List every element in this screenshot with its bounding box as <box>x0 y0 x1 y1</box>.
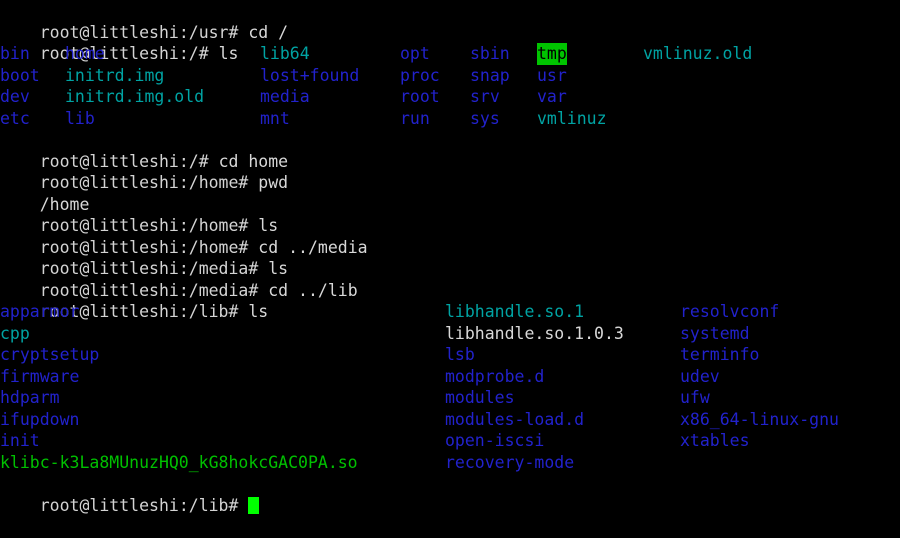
ls-output-row: dev initrd.img.old media root srv var <box>0 86 900 108</box>
ls-entry[interactable]: vmlinuz <box>537 108 607 130</box>
ls-entry[interactable]: proc <box>400 65 440 87</box>
ls-entry[interactable]: hdparm <box>0 387 60 409</box>
ls-entry[interactable]: lsb <box>445 344 475 366</box>
ls-entry[interactable]: snap <box>470 65 510 87</box>
ls-entry[interactable]: vmlinuz.old <box>643 43 752 65</box>
terminal-line: root@littleshi:/# cd home <box>0 129 900 171</box>
ls-entry[interactable]: modprobe.d <box>445 366 544 388</box>
ls-entry[interactable]: systemd <box>680 323 750 345</box>
ls-output-row: cpp libhandle.so.1.0.3 systemd <box>0 323 900 345</box>
ls-entry[interactable]: cpp <box>0 323 30 345</box>
ls-entry[interactable]: media <box>260 86 310 108</box>
ls-entry[interactable]: open-iscsi <box>445 430 544 452</box>
ls-entry[interactable]: modules <box>445 387 515 409</box>
ls-entry[interactable]: boot <box>0 65 40 87</box>
ls-entry[interactable]: ifupdown <box>0 409 79 431</box>
ls-entry[interactable]: lost+found <box>260 65 359 87</box>
ls-entry[interactable]: resolvconf <box>680 301 779 323</box>
ls-entry[interactable]: init <box>0 430 40 452</box>
ls-entry[interactable]: sbin <box>470 43 510 65</box>
ls-output-row: boot initrd.img lost+found proc snap usr <box>0 65 900 87</box>
ls-output-row: klibc-k3La8MUnuzHQ0_kG8hokcGAC0PA.so rec… <box>0 452 900 474</box>
terminal-screen[interactable]: root@littleshi:/usr# cd / root@littleshi… <box>0 0 900 515</box>
ls-output-row: firmware modprobe.d udev <box>0 366 900 388</box>
ls-entry[interactable]: run <box>400 108 430 130</box>
ls-output-row: etc lib mnt run sys vmlinuz <box>0 108 900 130</box>
ls-entry[interactable]: usr <box>537 65 567 87</box>
terminal-line: /home <box>0 172 900 214</box>
ls-entry[interactable]: recovery-mode <box>445 452 574 474</box>
ls-entry[interactable]: mnt <box>260 108 290 130</box>
ls-entry[interactable]: udev <box>680 366 720 388</box>
terminal-line: root@littleshi:/lib# ls <box>0 280 900 321</box>
ls-entry-sticky[interactable]: tmp <box>537 43 567 65</box>
ls-entry[interactable]: x86_64-linux-gnu <box>680 409 839 431</box>
ls-entry[interactable]: lib64 <box>260 43 310 65</box>
ls-output-row: hdparm modules ufw <box>0 387 900 409</box>
ls-entry[interactable]: srv <box>470 86 500 108</box>
ls-entry[interactable]: modules-load.d <box>445 409 584 431</box>
terminal-line: root@littleshi:/media# ls <box>0 237 900 278</box>
terminal-cursor <box>248 496 259 514</box>
ls-entry[interactable]: ufw <box>680 387 710 409</box>
ls-entry[interactable]: initrd.img.old <box>65 86 204 108</box>
ls-entry[interactable]: cryptsetup <box>0 344 99 366</box>
ls-entry-executable[interactable]: klibc-k3La8MUnuzHQ0_kG8hokcGAC0PA.so <box>0 452 358 474</box>
ls-output-row: cryptsetup lsb terminfo <box>0 344 900 366</box>
terminal-line: root@littleshi:/usr# cd / <box>0 0 900 42</box>
ls-output-row: init open-iscsi xtables <box>0 430 900 452</box>
ls-entry[interactable]: etc <box>0 108 30 130</box>
terminal-line: root@littleshi:/home# cd ../media <box>0 215 900 257</box>
ls-entry[interactable]: var <box>537 86 567 108</box>
ls-entry[interactable]: sys <box>470 108 500 130</box>
ls-entry[interactable]: bin <box>0 43 30 65</box>
ls-output-row: bin home lib64 opt sbin tmp vmlinuz.old <box>0 43 900 65</box>
ls-entry[interactable]: terminfo <box>680 344 759 366</box>
ls-entry[interactable]: firmware <box>0 366 79 388</box>
ls-entry[interactable]: libhandle.so.1 <box>445 301 584 323</box>
ls-output-row: ifupdown modules-load.d x86_64-linux-gnu <box>0 409 900 431</box>
ls-output-row: apparmor libhandle.so.1 resolvconf <box>0 301 900 323</box>
terminal-line: root@littleshi:/home# pwd <box>0 151 900 192</box>
terminal-line: root@littleshi:/home# ls <box>0 194 900 235</box>
ls-entry[interactable]: root <box>400 86 440 108</box>
terminal-line: root@littleshi:/media# cd ../lib <box>0 258 900 300</box>
ls-entry[interactable]: home <box>65 43 105 65</box>
terminal-line-active[interactable]: root@littleshi:/lib# <box>0 473 900 515</box>
ls-entry[interactable]: initrd.img <box>65 65 164 87</box>
ls-entry[interactable]: xtables <box>680 430 750 452</box>
ls-entry[interactable]: libhandle.so.1.0.3 <box>445 323 624 345</box>
terminal-line: root@littleshi:/# ls <box>0 22 900 63</box>
ls-entry[interactable]: apparmor <box>0 301 79 323</box>
ls-entry[interactable]: lib <box>65 108 95 130</box>
ls-entry[interactable]: dev <box>0 86 30 108</box>
ls-entry[interactable]: opt <box>400 43 430 65</box>
